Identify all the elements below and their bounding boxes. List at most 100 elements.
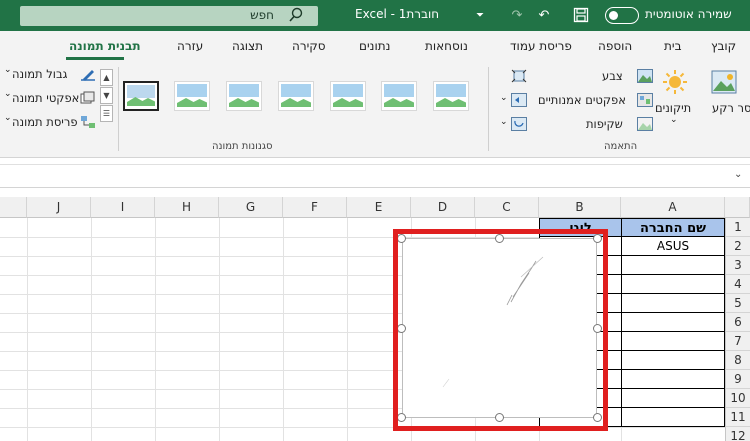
column-header-c[interactable]: C xyxy=(475,197,539,218)
cell-a5[interactable] xyxy=(621,294,725,313)
picture-style-thumb[interactable] xyxy=(330,81,366,111)
search-icon xyxy=(289,7,303,22)
gridline xyxy=(0,427,725,428)
picture-styles-group-label: סגנונות תמונה xyxy=(212,141,273,152)
column-header-b[interactable]: B xyxy=(539,197,621,218)
row-header[interactable]: 3 xyxy=(725,256,750,275)
tab-picture-format[interactable]: תבנית תמונה xyxy=(69,39,141,53)
group-separator xyxy=(118,67,119,151)
row-header[interactable]: 11 xyxy=(725,408,750,427)
tab-page-layout[interactable]: פריסת עמוד xyxy=(510,39,572,53)
picture-style-thumb[interactable] xyxy=(278,81,314,111)
tab-help[interactable]: עזרה xyxy=(177,39,203,53)
column-header-h[interactable]: H xyxy=(155,197,219,218)
column-header-g[interactable]: G xyxy=(219,197,283,218)
remove-background-label[interactable]: הסר רקע xyxy=(712,101,750,115)
cell-a3[interactable] xyxy=(621,256,725,275)
reset-picture-icon[interactable] xyxy=(511,117,527,131)
cell-a4[interactable] xyxy=(621,275,725,294)
picture-layout-label[interactable]: פריסת תמונה xyxy=(12,115,78,129)
tab-formulas[interactable]: נוסחאות xyxy=(425,39,468,53)
column-header-j[interactable]: J xyxy=(27,197,91,218)
color-label[interactable]: צבע xyxy=(602,69,623,83)
color-icon[interactable] xyxy=(637,69,653,83)
cell-a8[interactable] xyxy=(621,351,725,370)
row-header[interactable]: 7 xyxy=(725,332,750,351)
change-picture-dropdown-icon[interactable]: ⌄ xyxy=(500,93,508,103)
picture-effects-dropdown-icon[interactable]: ⌄ xyxy=(4,89,12,99)
picture-style-thumb[interactable] xyxy=(381,81,417,111)
ribbon: הסר רקע תיקונים ⌄ צבע אפקטים אמנותיים שק… xyxy=(0,61,750,158)
expand-formula-bar-icon[interactable]: ⌄ xyxy=(734,169,742,180)
tab-insert[interactable]: הוספה xyxy=(598,39,632,53)
save-icon[interactable] xyxy=(573,5,589,25)
artistic-effects-label[interactable]: אפקטים אמנותיים xyxy=(538,93,626,107)
column-header-a[interactable]: A xyxy=(621,197,725,218)
artistic-effects-icon[interactable] xyxy=(637,93,653,107)
cell-a2[interactable]: ASUS xyxy=(621,237,725,256)
column-header-blank xyxy=(0,197,27,218)
tab-file[interactable]: קובץ xyxy=(711,39,736,53)
picture-border-dropdown-icon[interactable]: ⌄ xyxy=(4,65,12,75)
cell-a10[interactable] xyxy=(621,389,725,408)
row-header[interactable]: 1 xyxy=(725,218,750,237)
active-tab-indicator xyxy=(66,57,124,60)
remove-background-icon[interactable] xyxy=(710,69,738,95)
select-all-corner[interactable] xyxy=(725,197,750,218)
column-header-i[interactable]: I xyxy=(91,197,155,218)
tab-data[interactable]: נתונים xyxy=(359,39,390,53)
autosave-label: שמירה אוטומטית xyxy=(645,7,732,21)
row-header[interactable]: 6 xyxy=(725,313,750,332)
picture-style-thumb[interactable] xyxy=(433,81,469,111)
picture-border-icon[interactable] xyxy=(80,67,96,81)
reset-picture-dropdown-icon[interactable]: ⌄ xyxy=(500,117,508,127)
cell-a9[interactable] xyxy=(621,370,725,389)
dropdown-icon[interactable]: ⏷ xyxy=(472,5,488,25)
document-title: חוברת1 - Excel xyxy=(355,7,440,21)
gallery-more-icon[interactable]: ☰ xyxy=(100,105,113,122)
tab-view[interactable]: תצוגה xyxy=(232,39,263,53)
gallery-scroll-down-icon[interactable]: ▼ xyxy=(100,87,113,104)
corrections-label[interactable]: תיקונים xyxy=(655,101,691,115)
picture-style-thumb-selected[interactable] xyxy=(123,81,159,111)
transparency-label[interactable]: שקיפות xyxy=(586,117,623,131)
search-box[interactable]: חפש xyxy=(20,6,318,26)
search-input[interactable]: חפש xyxy=(250,8,274,22)
redo-icon[interactable]: ↷ xyxy=(505,5,529,25)
corrections-icon[interactable] xyxy=(662,69,688,95)
picture-effects-icon[interactable] xyxy=(80,91,96,105)
row-header[interactable]: 9 xyxy=(725,370,750,389)
row-header[interactable]: 4 xyxy=(725,275,750,294)
picture-style-thumb[interactable] xyxy=(226,81,262,111)
cell-a1[interactable]: שם החברה xyxy=(621,218,725,237)
formula-bar[interactable]: ⌄ xyxy=(0,164,750,188)
picture-layout-dropdown-icon[interactable]: ⌄ xyxy=(4,113,12,123)
change-picture-icon[interactable] xyxy=(511,93,527,107)
column-header-d[interactable]: D xyxy=(411,197,475,218)
row-header[interactable]: 12 xyxy=(725,427,750,441)
tab-review[interactable]: סקירה xyxy=(292,39,326,53)
autosave-toggle[interactable] xyxy=(605,7,639,24)
corrections-dropdown-icon[interactable]: ⌄ xyxy=(670,115,678,125)
gallery-scroll-up-icon[interactable]: ▲ xyxy=(100,69,113,86)
compress-pictures-icon[interactable] xyxy=(511,69,527,83)
cell-a11[interactable] xyxy=(621,408,725,427)
picture-layout-icon[interactable] xyxy=(80,115,96,129)
column-header-f[interactable]: F xyxy=(283,197,347,218)
adjust-group-label: התאמה xyxy=(604,141,638,152)
cell-a6[interactable] xyxy=(621,313,725,332)
worksheet-grid[interactable]: A B C D E F G H I J 1 2 3 4 5 6 7 8 9 10… xyxy=(0,197,750,441)
row-header[interactable]: 5 xyxy=(725,294,750,313)
row-header[interactable]: 8 xyxy=(725,351,750,370)
cell-a7[interactable] xyxy=(621,332,725,351)
transparency-icon[interactable] xyxy=(637,117,653,131)
column-header-e[interactable]: E xyxy=(347,197,411,218)
row-header[interactable]: 10 xyxy=(725,389,750,408)
undo-icon[interactable]: ↶ xyxy=(533,5,555,25)
picture-effects-label[interactable]: אפקטי תמונה xyxy=(12,91,79,105)
tab-home[interactable]: בית xyxy=(664,39,682,53)
annotation-highlight-box xyxy=(393,229,608,431)
picture-style-thumb[interactable] xyxy=(174,81,210,111)
row-header[interactable]: 2 xyxy=(725,237,750,256)
picture-border-label[interactable]: גבול תמונה xyxy=(12,67,67,81)
